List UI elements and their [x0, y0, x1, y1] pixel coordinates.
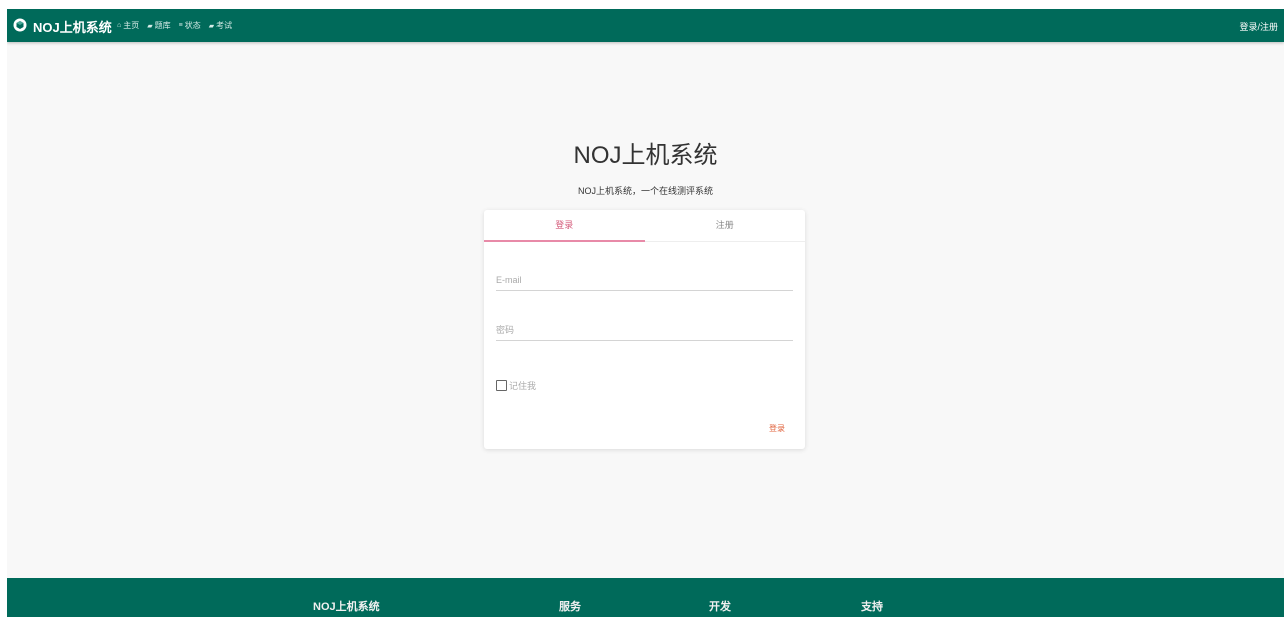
brand-title[interactable]: NOJ上机系统: [33, 17, 112, 36]
top-navbar: NOJ上机系统 ⌂ 主页 ▰ 题库 ≡ 状态 ▰ 考试 登录/注册: [7, 9, 1284, 42]
nav-item-label: 题库: [154, 21, 171, 30]
tab-register[interactable]: 注册: [645, 210, 806, 241]
nav-item-status[interactable]: ≡ 状态: [179, 20, 201, 31]
logo-icon[interactable]: [13, 18, 27, 32]
auth-card: 登录 注册 记住我 登录: [484, 210, 805, 449]
remember-me-checkbox[interactable]: [496, 380, 507, 391]
page-subtitle: NOJ上机系统，一个在线测评系统: [577, 186, 713, 196]
nav-item-label: 考试: [216, 21, 233, 30]
nav-item-exam[interactable]: ▰ 考试: [209, 20, 232, 31]
list-icon: ≡: [178, 22, 183, 29]
active-tab-indicator: [484, 240, 645, 242]
password-field[interactable]: [496, 320, 793, 341]
book-icon: ▰: [147, 22, 153, 30]
footer-col-support: 支持: [861, 601, 883, 613]
nav-item-label: 主页: [123, 21, 140, 30]
footer: NOJ上机系统 服务 开发 支持: [7, 578, 1284, 617]
nav-links: ⌂ 主页 ▰ 题库 ≡ 状态 ▰ 考试: [117, 20, 232, 31]
page-title: NOJ上机系统: [573, 142, 718, 169]
book-icon: ▰: [208, 22, 215, 30]
footer-col-services: 服务: [559, 601, 581, 613]
remember-me-label: 记住我: [509, 381, 537, 391]
footer-col-brand: NOJ上机系统: [313, 601, 380, 613]
nav-item-home[interactable]: ⌂ 主页: [117, 20, 139, 31]
tab-login[interactable]: 登录: [484, 210, 645, 241]
login-submit-button[interactable]: 登录: [769, 423, 785, 434]
email-field[interactable]: [496, 270, 793, 291]
nav-item-problems[interactable]: ▰ 题库: [147, 20, 170, 31]
remember-me[interactable]: 记住我: [496, 379, 536, 392]
login-register-link[interactable]: 登录/注册: [1239, 20, 1278, 33]
auth-tabs: 登录 注册: [484, 210, 805, 242]
app-frame: NOJ上机系统 ⌂ 主页 ▰ 题库 ≡ 状态 ▰ 考试 登录/注册 NOJ上机系…: [7, 9, 1284, 617]
home-icon: ⌂: [117, 22, 122, 29]
footer-col-development: 开发: [709, 601, 731, 613]
nav-item-label: 状态: [184, 21, 201, 30]
